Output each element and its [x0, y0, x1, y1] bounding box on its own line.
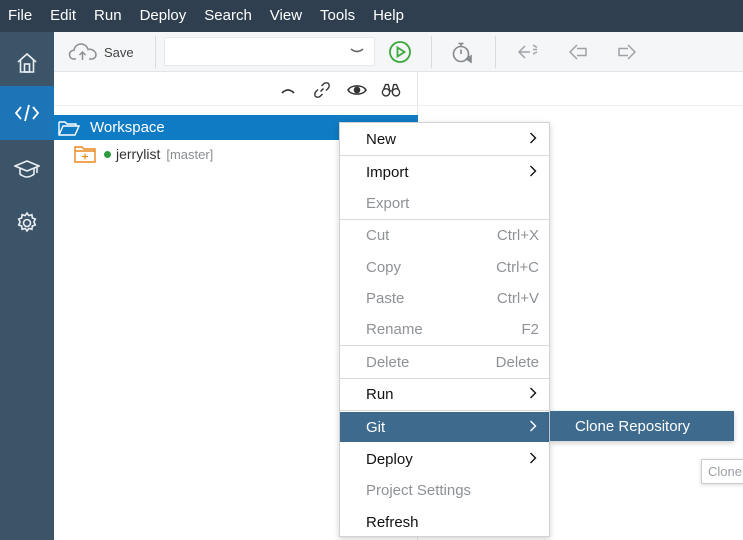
- menu-item-deploy[interactable]: Deploy: [340, 444, 549, 474]
- menu-item-label: Paste: [366, 289, 405, 307]
- arrow-right-icon: [618, 44, 637, 60]
- menu-item-import[interactable]: Import: [340, 157, 549, 187]
- binoculars-icon: [381, 83, 401, 97]
- show-hidden-files-button[interactable]: [347, 80, 367, 100]
- explorer-toolbar: [54, 72, 418, 106]
- menu-item-new[interactable]: New: [340, 124, 549, 154]
- git-submenu: Clone Repository: [550, 411, 734, 441]
- menu-item-shortcut: Ctrl+V: [496, 289, 539, 307]
- arrow-left-icon: [568, 44, 587, 60]
- project-node[interactable]: jerrylist [master]: [54, 142, 213, 166]
- menu-item-run[interactable]: Run: [340, 379, 549, 409]
- menu-separator: [340, 345, 549, 346]
- menu-item-label: Run: [366, 385, 394, 403]
- collapse-all-button[interactable]: [278, 80, 298, 100]
- menu-item-export[interactable]: Export: [340, 188, 549, 218]
- save-label: Save: [104, 44, 134, 60]
- menu-bar: File Edit Run Deploy Search View Tools H…: [0, 0, 743, 32]
- chevron-right-icon: [530, 132, 537, 144]
- menu-item-label: Cut: [366, 226, 390, 244]
- menu-item-clone-repository[interactable]: Clone Repository: [575, 418, 690, 435]
- last-edit-location-button[interactable]: [516, 40, 540, 64]
- menu-view[interactable]: View: [261, 0, 311, 32]
- gear-icon: [17, 211, 37, 233]
- menu-item-copy[interactable]: Copy Ctrl+C: [340, 252, 549, 282]
- chevron-right-icon: [530, 420, 537, 432]
- menu-tools[interactable]: Tools: [311, 0, 364, 32]
- chevron-down-icon: [350, 48, 364, 53]
- play-circle-icon: [389, 41, 411, 63]
- cloud-upload-icon: [68, 43, 97, 60]
- menu-run[interactable]: Run: [85, 0, 131, 32]
- menu-search[interactable]: Search: [195, 0, 261, 32]
- search-workspace-button[interactable]: [381, 80, 401, 100]
- chevron-right-icon: [530, 387, 537, 399]
- menu-file[interactable]: File: [0, 0, 41, 32]
- git-status-indicator: [104, 150, 111, 158]
- code-icon: [14, 104, 40, 122]
- activity-learning[interactable]: [0, 142, 54, 196]
- editor-tab-bar: [418, 72, 743, 106]
- menu-item-label: Export: [366, 194, 410, 212]
- menu-item-shortcut: F2: [521, 320, 539, 338]
- chevron-up-icon: [281, 89, 295, 94]
- folder-open-icon: [58, 120, 80, 136]
- menu-item-label: Delete: [366, 353, 410, 371]
- menu-item-label: Rename: [366, 320, 423, 338]
- project-name: jerrylist: [116, 146, 161, 162]
- chevron-right-icon: [530, 165, 537, 177]
- menu-item-label: New: [366, 130, 397, 148]
- navigate-back-button[interactable]: [566, 40, 590, 64]
- menu-item-project-settings[interactable]: Project Settings: [340, 475, 549, 505]
- save-button[interactable]: Save: [68, 40, 134, 64]
- workspace-label: Workspace: [90, 119, 165, 136]
- menu-item-refresh[interactable]: Refresh: [340, 507, 549, 537]
- menu-item-shortcut: Ctrl+C: [496, 258, 539, 276]
- link-icon: [314, 82, 330, 98]
- menu-item-delete[interactable]: Delete Delete: [340, 347, 549, 377]
- menu-item-cut[interactable]: Cut Ctrl+X: [340, 220, 549, 250]
- menu-item-shortcut: Delete: [495, 353, 539, 371]
- toolbar-divider: [431, 36, 432, 68]
- activity-bar: [0, 32, 54, 540]
- toolbar: Save: [54, 32, 743, 72]
- link-with-editor-button[interactable]: [312, 80, 332, 100]
- menu-item-label: Deploy: [366, 450, 413, 468]
- run-button[interactable]: [388, 40, 412, 64]
- menu-help[interactable]: Help: [364, 0, 413, 32]
- menu-item-shortcut: Ctrl+X: [496, 226, 539, 244]
- context-menu: New Import Export Cut Ctrl+X Copy Ctrl+C…: [339, 122, 550, 537]
- menu-item-rename[interactable]: Rename F2: [340, 314, 549, 344]
- navigate-forward-button[interactable]: [615, 40, 639, 64]
- toolbar-divider: [495, 36, 496, 68]
- run-configuration-select[interactable]: [164, 37, 375, 66]
- menu-item-paste[interactable]: Paste Ctrl+V: [340, 283, 549, 313]
- menu-edit[interactable]: Edit: [41, 0, 85, 32]
- graduation-cap-icon: [14, 160, 40, 178]
- activity-settings[interactable]: [0, 196, 54, 250]
- profiling-button[interactable]: [450, 40, 474, 64]
- menu-deploy[interactable]: Deploy: [131, 0, 196, 32]
- menu-separator: [340, 410, 549, 411]
- back-to-edit-icon: [517, 44, 538, 59]
- activity-code[interactable]: [0, 86, 54, 140]
- stopwatch-icon: [452, 42, 472, 64]
- menu-item-git[interactable]: Git: [340, 412, 549, 442]
- project-folder-icon: [74, 145, 96, 163]
- menu-separator: [340, 155, 549, 156]
- tooltip: Clone: [701, 459, 743, 484]
- activity-home[interactable]: [0, 36, 54, 90]
- menu-item-label: Import: [366, 163, 409, 181]
- menu-item-label: Git: [366, 418, 386, 436]
- chevron-right-icon: [530, 452, 537, 464]
- menu-item-label: Project Settings: [366, 481, 472, 499]
- eye-icon: [347, 85, 367, 95]
- git-branch-label: [master]: [166, 146, 214, 162]
- home-icon: [17, 52, 37, 73]
- toolbar-divider: [155, 36, 156, 68]
- menu-item-label: Refresh: [366, 513, 419, 531]
- menu-item-label: Copy: [366, 258, 402, 276]
